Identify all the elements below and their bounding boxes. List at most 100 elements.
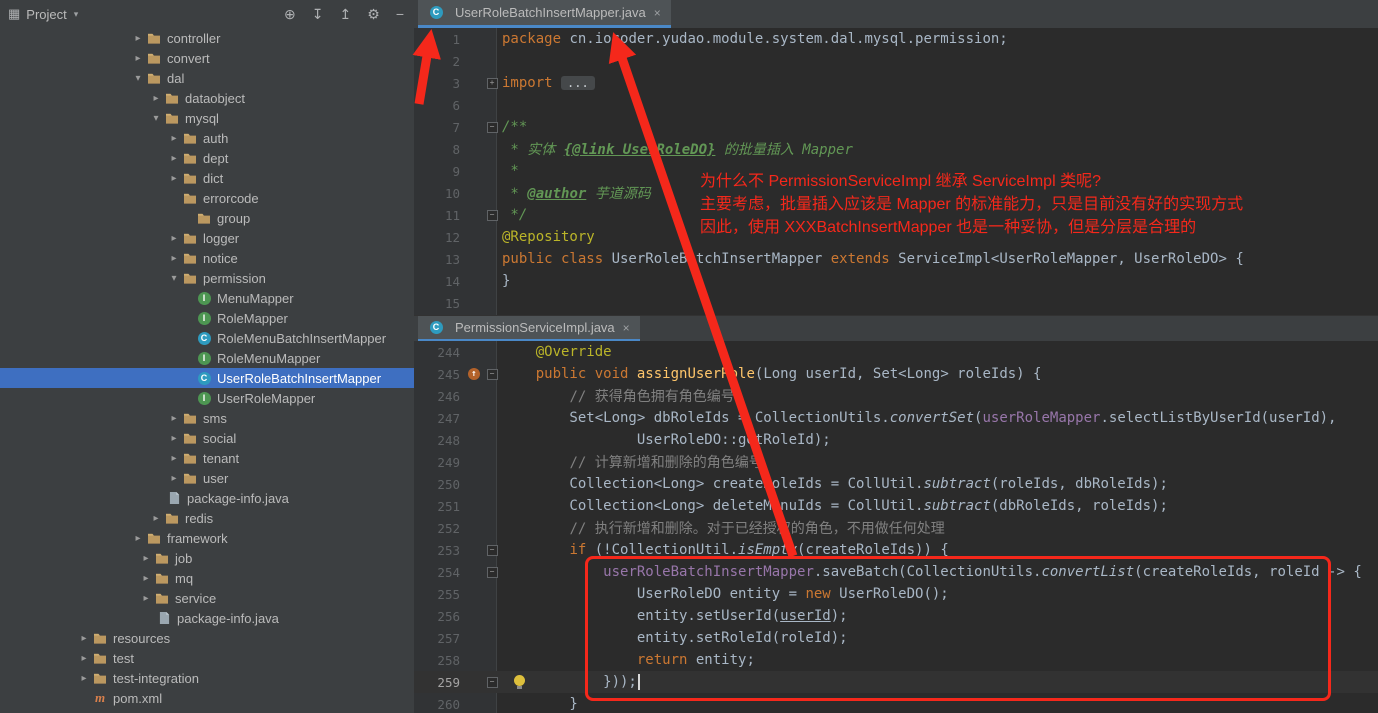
tree-item-pom-xml[interactable]: mpom.xml xyxy=(0,688,414,708)
tree-item-menumapper[interactable]: IMenuMapper xyxy=(0,288,414,308)
tree-item-group[interactable]: group xyxy=(0,208,414,228)
tree-item-userrolemapper[interactable]: IUserRoleMapper xyxy=(0,388,414,408)
chevron-right-icon[interactable]: ▸ xyxy=(138,593,154,604)
code-line-text[interactable]: entity.setUserId(userId); xyxy=(500,608,848,624)
settings-gear-icon[interactable]: ⚙ xyxy=(367,6,380,23)
chevron-right-icon[interactable]: ▸ xyxy=(138,553,154,564)
project-panel-title[interactable]: Project xyxy=(26,7,66,22)
code-line-text[interactable]: package cn.iocoder.yudao.module.system.d… xyxy=(500,31,1008,47)
code-line-text[interactable]: public void assignUserRole(Long userId, … xyxy=(500,366,1041,382)
tree-item-userrolebatchinsertmapper[interactable]: CUserRoleBatchInsertMapper xyxy=(0,368,414,388)
tree-item-mysql[interactable]: ▾mysql xyxy=(0,108,414,128)
code-line-text[interactable]: @Override xyxy=(500,344,612,360)
code-line-text[interactable]: // 获得角色拥有角色编号 xyxy=(500,386,735,406)
code-line-text[interactable]: /** xyxy=(500,119,527,135)
chevron-right-icon[interactable]: ▸ xyxy=(130,53,146,64)
code-line-text[interactable]: * xyxy=(500,163,519,179)
overrides-icon[interactable]: ↑ xyxy=(468,368,480,380)
tree-item-social[interactable]: ▸social xyxy=(0,428,414,448)
fold-minus-icon[interactable]: − xyxy=(487,677,498,688)
locate-file-icon[interactable]: ⊕ xyxy=(284,6,296,23)
code-line-text[interactable]: UserRoleDO::getRoleId); xyxy=(500,432,831,448)
folded-region[interactable]: ... xyxy=(561,76,595,90)
fold-plus-icon[interactable]: + xyxy=(487,78,498,89)
code-line-text[interactable]: Set<Long> dbRoleIds = CollectionUtils.co… xyxy=(500,410,1337,426)
tree-item-user[interactable]: ▸user xyxy=(0,468,414,488)
code-line-text[interactable]: // 计算新增和删除的角色编号 xyxy=(500,452,763,472)
tree-item-mq[interactable]: ▸mq xyxy=(0,568,414,588)
tree-item-resources[interactable]: ▸resources xyxy=(0,628,414,648)
code-line-text[interactable]: * @author 芋道源码 xyxy=(500,183,651,203)
fold-minus-icon[interactable]: − xyxy=(487,567,498,578)
code-line-text[interactable]: return entity; xyxy=(500,652,755,668)
code-line-text[interactable]: } xyxy=(500,696,578,712)
chevron-right-icon[interactable]: ▸ xyxy=(166,153,182,164)
tree-item-rolemapper[interactable]: IRoleMapper xyxy=(0,308,414,328)
code-line-text[interactable]: entity.setRoleId(roleId); xyxy=(500,630,848,646)
chevron-right-icon[interactable]: ▸ xyxy=(166,133,182,144)
code-line-text[interactable]: import ... xyxy=(500,75,595,91)
tree-item-rolemenubatchinsertmapper[interactable]: CRoleMenuBatchInsertMapper xyxy=(0,328,414,348)
chevron-right-icon[interactable]: ▸ xyxy=(166,253,182,264)
chevron-down-icon[interactable]: ▾ xyxy=(148,113,164,124)
tree-item-auth[interactable]: ▸auth xyxy=(0,128,414,148)
chevron-right-icon[interactable]: ▸ xyxy=(148,93,164,104)
chevron-right-icon[interactable]: ▸ xyxy=(76,673,92,684)
fold-minus-icon[interactable]: − xyxy=(487,369,498,380)
tree-item-dal[interactable]: ▾dal xyxy=(0,68,414,88)
tree-item-redis[interactable]: ▸redis xyxy=(0,508,414,528)
editor-permissionserviceimpl[interactable]: 244 @Override245↑− public void assignUse… xyxy=(414,341,1378,713)
code-line-text[interactable]: Collection<Long> createRoleIds = CollUti… xyxy=(500,476,1168,492)
chevron-down-icon[interactable]: ▾ xyxy=(166,273,182,284)
code-line-text[interactable]: UserRoleDO entity = new UserRoleDO(); xyxy=(500,586,949,602)
expand-all-icon[interactable]: ↧ xyxy=(312,6,324,23)
collapse-all-icon[interactable]: ↥ xyxy=(340,6,352,23)
chevron-right-icon[interactable]: ▸ xyxy=(76,633,92,644)
intention-bulb-icon[interactable] xyxy=(514,675,525,686)
tree-item-notice[interactable]: ▸notice xyxy=(0,248,414,268)
code-line-text[interactable]: public class UserRoleBatchInsertMapper e… xyxy=(500,251,1244,267)
code-line-text[interactable]: Collection<Long> deleteMenuIds = CollUti… xyxy=(500,498,1168,514)
tree-item-sms[interactable]: ▸sms xyxy=(0,408,414,428)
editor-userrolebatchinsertmapper[interactable]: 1package cn.iocoder.yudao.module.system.… xyxy=(414,28,1378,315)
chevron-right-icon[interactable]: ▸ xyxy=(130,33,146,44)
chevron-right-icon[interactable]: ▸ xyxy=(76,653,92,664)
close-icon[interactable]: × xyxy=(654,6,661,20)
tree-item-package-info-java[interactable]: package-info.java xyxy=(0,608,414,628)
code-line-text[interactable]: */ xyxy=(500,207,527,223)
chevron-right-icon[interactable]: ▸ xyxy=(166,413,182,424)
tree-item-dataobject[interactable]: ▸dataobject xyxy=(0,88,414,108)
chevron-down-icon[interactable]: ▾ xyxy=(74,9,79,20)
tree-item-convert[interactable]: ▸convert xyxy=(0,48,414,68)
fold-minus-icon[interactable]: − xyxy=(487,210,498,221)
tree-item-dict[interactable]: ▸dict xyxy=(0,168,414,188)
tree-item-controller[interactable]: ▸controller xyxy=(0,28,414,48)
code-line-text[interactable]: // 执行新增和删除。对于已经授权的角色，不用做任何处理 xyxy=(500,518,945,538)
tree-item-permission[interactable]: ▾permission xyxy=(0,268,414,288)
chevron-right-icon[interactable]: ▸ xyxy=(166,453,182,464)
chevron-right-icon[interactable]: ▸ xyxy=(166,473,182,484)
tree-item-tenant[interactable]: ▸tenant xyxy=(0,448,414,468)
code-line-text[interactable]: * 实体 {@link UserRoleDO} 的批量插入 Mapper xyxy=(500,139,853,159)
tree-item-framework[interactable]: ▸framework xyxy=(0,528,414,548)
hide-panel-icon[interactable]: − xyxy=(396,6,404,22)
tree-item-errorcode[interactable]: errorcode xyxy=(0,188,414,208)
tree-item-package-info-java[interactable]: package-info.java xyxy=(0,488,414,508)
tree-item-test-integration[interactable]: ▸test-integration xyxy=(0,668,414,688)
tab-permissionserviceimpl[interactable]: C PermissionServiceImpl.java × xyxy=(418,316,640,342)
tab-userrolebatchinsertmapper[interactable]: C UserRoleBatchInsertMapper.java × xyxy=(418,0,671,28)
chevron-right-icon[interactable]: ▸ xyxy=(138,573,154,584)
chevron-right-icon[interactable]: ▸ xyxy=(130,533,146,544)
tree-item-job[interactable]: ▸job xyxy=(0,548,414,568)
chevron-right-icon[interactable]: ▸ xyxy=(148,513,164,524)
close-icon[interactable]: × xyxy=(623,321,630,335)
chevron-right-icon[interactable]: ▸ xyxy=(166,173,182,184)
code-line-text[interactable]: userRoleBatchInsertMapper.saveBatch(Coll… xyxy=(500,564,1362,580)
fold-minus-icon[interactable]: − xyxy=(487,545,498,556)
chevron-right-icon[interactable]: ▸ xyxy=(166,433,182,444)
tree-item-dept[interactable]: ▸dept xyxy=(0,148,414,168)
code-line-text[interactable]: if (!CollectionUtil.isEmpty(createRoleId… xyxy=(500,542,949,558)
code-line-text[interactable]: @Repository xyxy=(500,229,595,245)
chevron-right-icon[interactable]: ▸ xyxy=(166,233,182,244)
code-line-text[interactable]: } xyxy=(500,273,510,289)
